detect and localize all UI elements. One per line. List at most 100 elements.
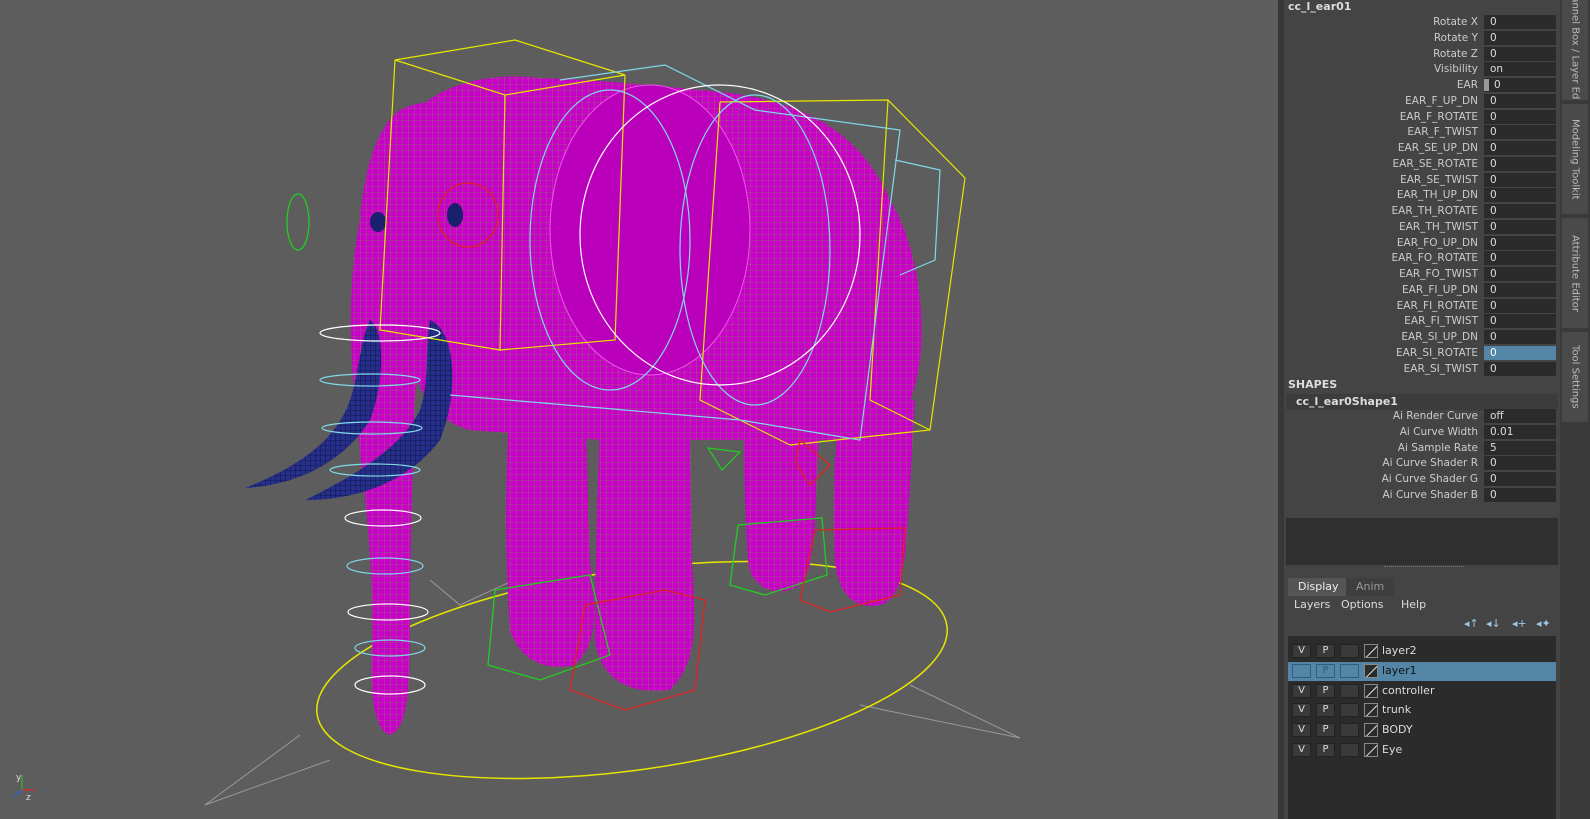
attribute-label[interactable]: EAR_SI_UP_DN [1401, 331, 1478, 343]
attribute-row[interactable]: EAR_TH_TWIST 0 [1284, 219, 1560, 235]
attribute-label[interactable]: Ai Curve Shader B [1383, 489, 1479, 501]
attribute-label[interactable]: Visibility [1434, 63, 1478, 75]
attribute-label[interactable]: EAR_SE_UP_DN [1398, 142, 1478, 154]
menu-layers[interactable]: Layers [1294, 598, 1330, 611]
attribute-row[interactable]: EAR_FO_UP_DN 0 [1284, 235, 1560, 251]
attribute-row[interactable]: EAR_SI_ROTATE 0 [1284, 345, 1560, 361]
attribute-value-field[interactable]: off [1484, 409, 1556, 423]
layer-visibility-toggle[interactable]: V [1292, 644, 1311, 658]
tab-attribute-editor[interactable]: Attribute Editor [1562, 218, 1588, 328]
attribute-value-field[interactable]: on [1484, 62, 1556, 77]
attribute-row[interactable]: Rotate Y 0 [1284, 30, 1560, 46]
attribute-value-field[interactable]: 0 [1484, 46, 1556, 61]
attribute-value-field[interactable]: 0.01 [1484, 424, 1556, 439]
attribute-value-field[interactable]: 0 [1484, 204, 1556, 218]
tab-display[interactable]: Display [1288, 578, 1349, 596]
attribute-value-field[interactable]: 0 [1484, 456, 1556, 471]
layer-color-swatch[interactable] [1364, 703, 1378, 718]
layer-color-swatch[interactable] [1364, 663, 1378, 678]
attribute-row[interactable]: EAR_SI_UP_DN 0 [1284, 330, 1560, 345]
attribute-label[interactable]: Ai Render Curve [1393, 410, 1478, 422]
attribute-value-field[interactable]: 0 [1484, 251, 1556, 266]
move-layer-down-icon[interactable]: ◂↓ [1486, 618, 1501, 630]
shape-attribute-row[interactable]: Ai Render Curve off [1284, 409, 1560, 424]
attribute-label[interactable]: EAR_SE_TWIST [1400, 174, 1478, 186]
layer-playback-toggle[interactable]: P [1316, 743, 1335, 757]
attribute-label[interactable]: EAR_F_UP_DN [1405, 95, 1478, 107]
node-name[interactable]: cc_l_ear01 [1288, 0, 1351, 13]
attribute-label[interactable]: EAR_SI_ROTATE [1396, 347, 1478, 359]
layer-visibility-toggle[interactable]: V [1292, 723, 1311, 738]
attribute-value-field[interactable]: 0 [1484, 361, 1556, 376]
attribute-row[interactable]: EAR_SE_UP_DN 0 [1284, 141, 1560, 156]
attribute-value-field[interactable]: 0 [1484, 314, 1556, 329]
attribute-value-field[interactable]: 0 [1484, 172, 1556, 187]
shape-attribute-row[interactable]: Ai Curve Shader B 0 [1284, 488, 1560, 503]
shape-attribute-row[interactable]: Ai Curve Shader G 0 [1284, 472, 1560, 487]
3d-viewport[interactable]: y z [0, 0, 1278, 819]
attribute-value-field[interactable]: 0 [1484, 109, 1556, 124]
attribute-label[interactable]: EAR_TH_UP_DN [1397, 189, 1478, 201]
layer-row[interactable]: V Ptrunk [1288, 701, 1556, 720]
attribute-row[interactable]: Rotate Z 0 [1284, 46, 1560, 62]
attribute-row[interactable]: EAR_FI_UP_DN 0 [1284, 282, 1560, 298]
tab-channel-box-layer-editor[interactable]: Channel Box / Layer Editor [1562, 0, 1588, 100]
tab-tool-settings[interactable]: Tool Settings [1562, 332, 1588, 422]
attribute-value-field[interactable]: 0 [1484, 188, 1556, 203]
layer-row[interactable]: V Pcontroller [1288, 682, 1556, 701]
layer-display-type-toggle[interactable] [1340, 663, 1359, 678]
layer-playback-toggle[interactable]: P [1316, 663, 1335, 678]
layer-color-swatch[interactable] [1364, 683, 1378, 698]
attribute-value-field[interactable]: 0 [1484, 282, 1556, 297]
shape-attribute-row[interactable]: Ai Curve Shader R 0 [1284, 456, 1560, 471]
shape-attribute-row[interactable]: Ai Sample Rate 5 [1284, 440, 1560, 456]
attribute-label[interactable]: EAR_FI_TWIST [1404, 315, 1478, 327]
layer-name[interactable]: Eye [1382, 743, 1402, 756]
tab-modeling-toolkit[interactable]: Modeling Toolkit [1562, 104, 1588, 214]
attribute-row[interactable]: EAR_SE_TWIST 0 [1284, 172, 1560, 188]
attribute-value-field[interactable]: 0 [1484, 330, 1556, 344]
attribute-value-field[interactable]: 5 [1484, 440, 1556, 455]
attribute-row[interactable]: EAR_F_TWIST 0 [1284, 125, 1560, 140]
attribute-label[interactable]: EAR_F_ROTATE [1400, 111, 1478, 123]
attribute-row[interactable]: EAR_TH_ROTATE 0 [1284, 204, 1560, 219]
attribute-row[interactable]: EAR_FO_ROTATE 0 [1284, 251, 1560, 266]
attribute-value-field[interactable]: 0 [1484, 345, 1556, 360]
attribute-label[interactable]: Ai Curve Width [1400, 426, 1478, 438]
attribute-row[interactable]: EAR_SE_ROTATE 0 [1284, 156, 1560, 172]
layer-visibility-toggle[interactable]: V [1292, 683, 1311, 698]
notes-area[interactable] [1286, 518, 1558, 565]
attribute-row[interactable]: EAR 0 [1284, 78, 1560, 93]
attribute-label[interactable]: EAR_TH_ROTATE [1392, 205, 1479, 217]
attribute-value-field[interactable]: 0 [1484, 298, 1556, 313]
attribute-label[interactable]: EAR_F_TWIST [1407, 126, 1478, 138]
layer-row[interactable]: V P Eye [1288, 741, 1556, 760]
attribute-row[interactable]: Visibility on [1284, 62, 1560, 77]
shape-node-name[interactable]: cc_l_ear0Shape1 [1286, 394, 1558, 410]
attribute-row[interactable]: EAR_FO_TWIST 0 [1284, 267, 1560, 282]
menu-options[interactable]: Options [1341, 598, 1383, 611]
attribute-label[interactable]: EAR_FI_ROTATE [1397, 300, 1478, 312]
attribute-label[interactable]: Rotate Y [1434, 32, 1478, 44]
attribute-value-field[interactable]: 0 [1484, 235, 1556, 250]
attribute-label[interactable]: Rotate X [1433, 16, 1478, 28]
attribute-label[interactable]: EAR_SE_ROTATE [1393, 158, 1479, 170]
layer-name[interactable]: trunk [1382, 703, 1411, 716]
attribute-row[interactable]: EAR_SI_TWIST 0 [1284, 361, 1560, 377]
attribute-label[interactable]: EAR_TH_TWIST [1399, 221, 1478, 233]
attribute-label[interactable]: Ai Curve Shader G [1382, 473, 1478, 485]
layer-name[interactable]: BODY [1382, 723, 1413, 736]
layer-display-type-toggle[interactable] [1340, 683, 1359, 698]
attribute-value-field[interactable]: 0 [1484, 472, 1556, 487]
resize-grip[interactable] [1384, 566, 1464, 569]
attribute-label[interactable]: EAR_FO_TWIST [1399, 268, 1478, 280]
attribute-label[interactable]: Ai Sample Rate [1398, 442, 1478, 454]
attribute-value-field[interactable]: 0 [1484, 156, 1556, 171]
layer-display-type-toggle[interactable] [1340, 644, 1359, 658]
layer-visibility-toggle[interactable]: V [1292, 743, 1311, 757]
layer-name[interactable]: layer1 [1382, 664, 1417, 677]
attribute-label[interactable]: Rotate Z [1433, 48, 1478, 60]
new-layer-icon[interactable]: ◂+ [1512, 618, 1527, 630]
layer-color-swatch[interactable] [1364, 723, 1378, 738]
layer-display-type-toggle[interactable] [1340, 703, 1359, 718]
